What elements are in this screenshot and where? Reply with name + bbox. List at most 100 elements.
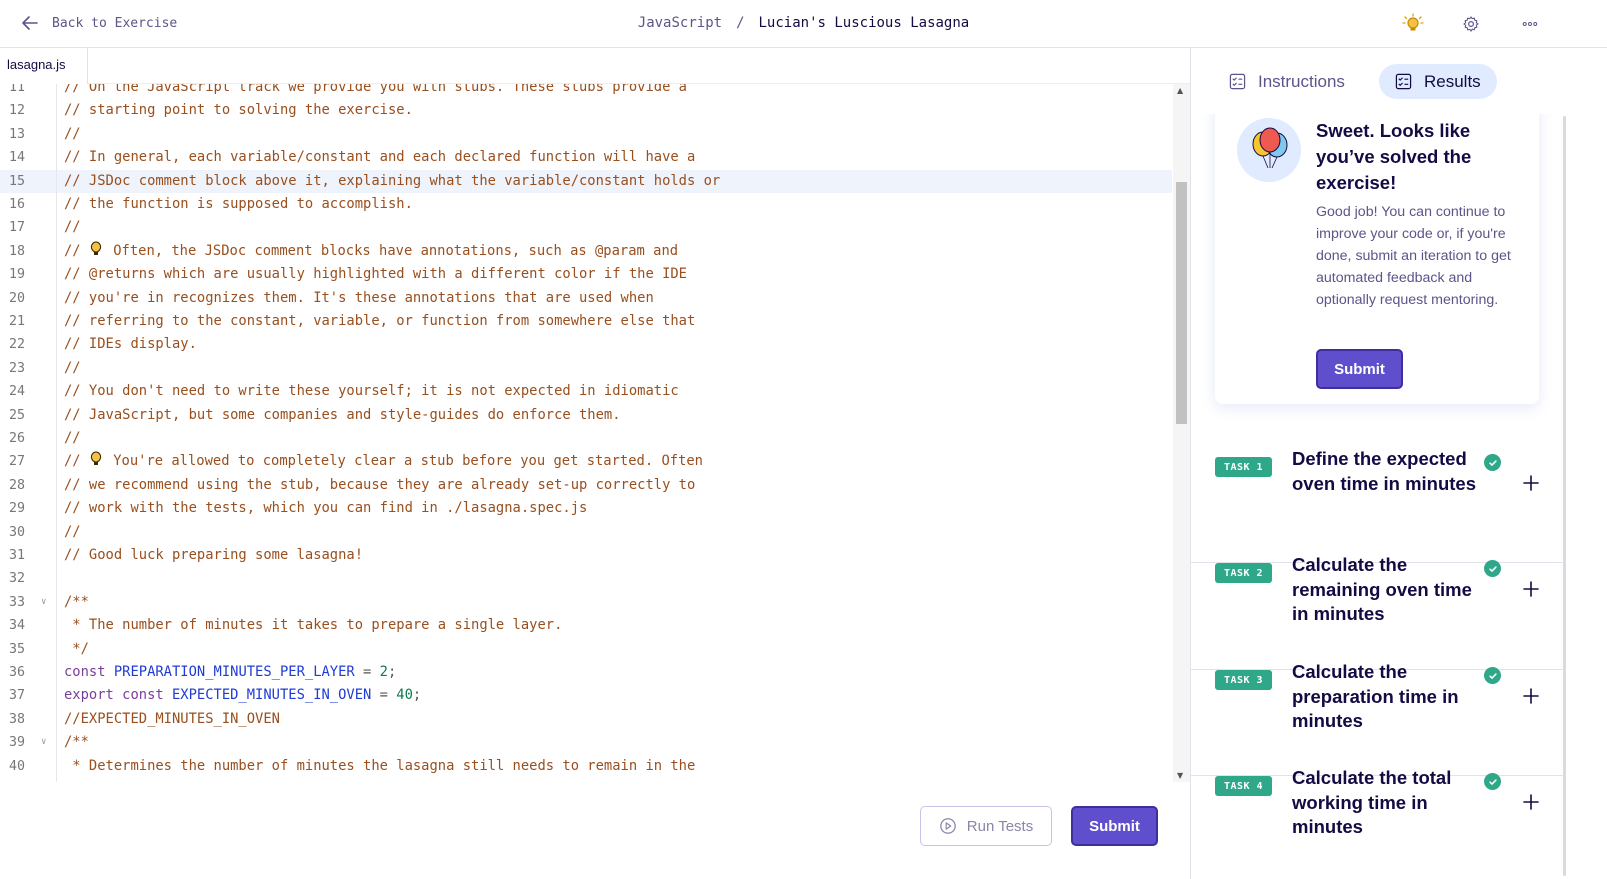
- code-text: // JSDoc comment block above it, explain…: [64, 172, 721, 189]
- task-badge: TASK 1: [1215, 457, 1272, 477]
- code-line[interactable]: 34 * The number of minutes it takes to p…: [0, 614, 1172, 637]
- code-line[interactable]: 29 // work with the tests, which you can …: [0, 497, 1172, 520]
- code-text: // On the JavaScript track we provide yo…: [64, 84, 687, 95]
- submit-button[interactable]: Submit: [1071, 806, 1158, 846]
- code-line[interactable]: 24 // You don't need to write these yours…: [0, 380, 1172, 403]
- fold-chevron-icon[interactable]: ∨: [41, 731, 46, 754]
- code-text: // IDEs display.: [64, 336, 197, 353]
- scrollbar-thumb[interactable]: [1176, 182, 1187, 424]
- line-number: 39: [8, 735, 25, 751]
- code-line[interactable]: 28 // we recommend using the stub, becaus…: [0, 474, 1172, 497]
- plus-icon[interactable]: [1521, 579, 1541, 599]
- line-number: 25: [8, 407, 25, 423]
- code-line[interactable]: 12 // starting point to solving the exerc…: [0, 99, 1172, 122]
- check-icon: [1484, 773, 1501, 790]
- settings-button[interactable]: [1459, 12, 1483, 36]
- panel-scrollbar[interactable]: [1563, 116, 1566, 876]
- code-line[interactable]: 17 //: [0, 216, 1172, 239]
- more-button[interactable]: [1518, 12, 1542, 36]
- check-icon: [1484, 560, 1501, 577]
- code-text: //: [64, 125, 81, 142]
- code-text: // You're allowed to completely clear a …: [64, 451, 703, 470]
- code-line[interactable]: 16 // the function is supposed to accompl…: [0, 193, 1172, 216]
- line-number: 26: [8, 431, 25, 446]
- code-text: // In general, each variable/constant an…: [64, 149, 696, 166]
- code-area[interactable]: 11 // On the JavaScript track we provide …: [0, 84, 1172, 782]
- line-number: 13: [8, 126, 25, 142]
- code-line[interactable]: 35 */: [0, 638, 1172, 661]
- task-item[interactable]: TASK 2 Calculate the remaining oven time …: [1191, 554, 1563, 670]
- task-item[interactable]: TASK 1 Define the expected oven time in m…: [1191, 448, 1563, 563]
- line-number: 28: [8, 477, 25, 493]
- success-card: Sweet. Looks like you’ve solved the exer…: [1215, 98, 1539, 404]
- tab-results[interactable]: Results: [1379, 64, 1497, 99]
- code-line[interactable]: 40 * Determines the number of minutes th…: [0, 755, 1172, 778]
- line-number: 29: [8, 501, 25, 517]
- code-text: /**: [64, 593, 89, 610]
- gutter-divider: [56, 84, 57, 782]
- code-text: // You don't need to write these yoursel…: [64, 383, 679, 400]
- line-number: 17: [8, 220, 25, 236]
- code-line[interactable]: 20 // you're in recognizes them. It's the…: [0, 287, 1172, 310]
- code-line[interactable]: 27 // You're allowed to completely clear …: [0, 450, 1172, 473]
- task-badge: TASK 2: [1215, 563, 1272, 583]
- line-number: 34: [8, 618, 25, 634]
- run-tests-button[interactable]: Run Tests: [920, 806, 1052, 846]
- code-line[interactable]: 31 // Good luck preparing some lasagna!: [0, 544, 1172, 567]
- tab-instructions-label: Instructions: [1258, 71, 1345, 91]
- balloons-icon: [1237, 118, 1301, 182]
- code-line[interactable]: 32: [0, 567, 1172, 590]
- code-text: // Good luck preparing some lasagna!: [64, 547, 364, 563]
- code-line[interactable]: 18 // Often, the JSDoc comment blocks hav…: [0, 240, 1172, 263]
- code-line[interactable]: 14 // In general, each variable/constant …: [0, 146, 1172, 169]
- code-line[interactable]: 36 const PREPARATION_MINUTES_PER_LAYER = …: [0, 661, 1172, 684]
- code-line[interactable]: 37 export const EXPECTED_MINUTES_IN_OVEN …: [0, 684, 1172, 707]
- code-line[interactable]: 11 // On the JavaScript track we provide …: [0, 84, 1172, 99]
- line-number: 38: [8, 711, 25, 727]
- task-item[interactable]: TASK 4 Calculate the total working time i…: [1191, 767, 1563, 879]
- code-line[interactable]: 26 //: [0, 427, 1172, 450]
- back-to-exercise-link[interactable]: Back to Exercise: [20, 13, 177, 33]
- scroll-down-arrow[interactable]: ▼: [1177, 771, 1183, 780]
- code-line[interactable]: 33 ∨ /**: [0, 591, 1172, 614]
- breadcrumb-separator: /: [736, 15, 745, 31]
- top-bar: Back to Exercise JavaScript / Lucian's Lus…: [0, 0, 1607, 48]
- line-number: 14: [8, 150, 25, 166]
- code-line[interactable]: 23 //: [0, 357, 1172, 380]
- code-text: const PREPARATION_MINUTES_PER_LAYER = 2;: [64, 664, 397, 680]
- code-text: //: [64, 430, 81, 446]
- code-line[interactable]: 15 // JSDoc comment block above it, expla…: [0, 169, 1172, 193]
- line-number: 16: [8, 197, 25, 212]
- file-tab[interactable]: lasagna.js: [0, 48, 88, 84]
- line-number: 37: [8, 688, 25, 704]
- line-number: 11: [8, 84, 25, 95]
- code-editor[interactable]: lasagna.js 11 // On the JavaScript track …: [0, 48, 1190, 879]
- fold-chevron-icon[interactable]: ∨: [41, 591, 46, 614]
- task-badge: TASK 4: [1215, 776, 1272, 796]
- task-title: Define the expected oven time in minutes: [1292, 448, 1477, 494]
- task-title: Calculate the total working time in minu…: [1292, 767, 1452, 837]
- plus-icon[interactable]: [1521, 792, 1541, 812]
- scroll-up-arrow[interactable]: ▲: [1177, 86, 1183, 95]
- line-number: 27: [8, 454, 25, 470]
- editor-scrollbar[interactable]: ▲ ▼: [1173, 84, 1190, 782]
- hint-button[interactable]: [1401, 12, 1425, 36]
- code-line[interactable]: 39 ∨ /**: [0, 731, 1172, 754]
- tab-instructions[interactable]: Instructions: [1213, 64, 1361, 99]
- code-line[interactable]: 19 // @returns which are usually highligh…: [0, 263, 1172, 286]
- plus-icon[interactable]: [1521, 686, 1541, 706]
- code-line[interactable]: 30 //: [0, 521, 1172, 544]
- code-line[interactable]: 22 // IDEs display.: [0, 333, 1172, 356]
- code-line[interactable]: 38 //EXPECTED_MINUTES_IN_OVEN: [0, 708, 1172, 731]
- code-text: // Often, the JSDoc comment blocks have …: [64, 241, 679, 259]
- breadcrumb-exercise: Lucian's Luscious Lasagna: [758, 15, 970, 31]
- line-number: 35: [8, 641, 25, 657]
- results-icon: [1395, 73, 1412, 90]
- code-line[interactable]: 21 // referring to the constant, variable…: [0, 310, 1172, 333]
- task-item[interactable]: TASK 3 Calculate the preparation time in …: [1191, 661, 1563, 776]
- card-submit-button[interactable]: Submit: [1316, 349, 1403, 389]
- code-line[interactable]: 13 //: [0, 123, 1172, 146]
- code-line[interactable]: 25 // JavaScript, but some companies and …: [0, 404, 1172, 427]
- more-dots-icon: [1522, 22, 1538, 26]
- plus-icon[interactable]: [1521, 473, 1541, 493]
